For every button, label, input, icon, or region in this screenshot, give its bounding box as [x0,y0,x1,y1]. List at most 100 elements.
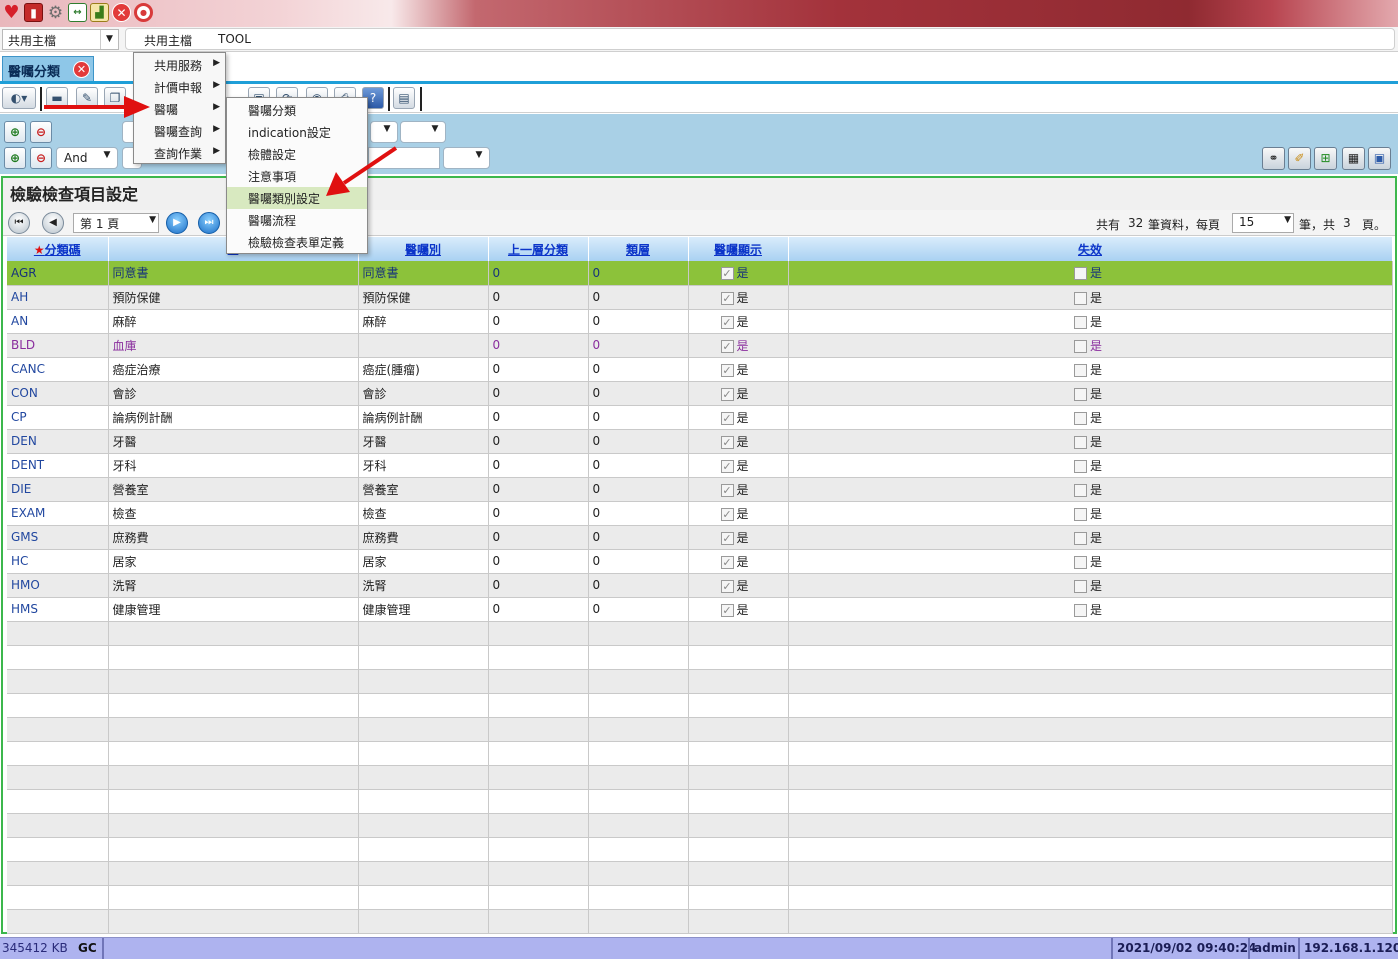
invalid-checkbox[interactable] [1073,267,1087,281]
query-icon[interactable]: ◐▾ [2,87,36,109]
zoom-out-icon[interactable]: ⊖ [30,121,52,143]
save-disk-icon[interactable]: ▣ [1368,147,1391,170]
display-checkbox[interactable]: ✓ [720,267,734,281]
table-row[interactable]: CP 論病例計酬 論病例計酬 0 0 ✓ 是是 [7,405,1393,430]
table-row[interactable] [7,861,1393,886]
add-record-icon[interactable]: ⊞ [1314,147,1337,170]
close-tab-icon[interactable]: ✕ [73,61,90,78]
report-icon[interactable]: ▤ [393,87,415,109]
menu-item-billing[interactable]: 計價申報 ▶ [134,76,225,98]
chevron-down-icon[interactable]: ▼ [149,215,156,225]
menu-item-indication[interactable]: indication設定 [227,121,367,143]
menu-item-query-jobs[interactable]: 查詢作業 ▶ [134,142,225,164]
invalid-checkbox[interactable] [1073,483,1087,497]
display-checkbox[interactable]: ✓ [720,363,734,377]
table-row[interactable]: DEN 牙醫 牙醫 0 0 ✓ 是是 [7,429,1393,454]
chevron-down-icon[interactable]: ▼ [100,30,118,49]
chart-icon[interactable]: ▟ [90,3,109,22]
chevron-down-icon[interactable]: ▼ [471,150,487,160]
table-row[interactable]: AN 麻醉 麻醉 0 0 ✓ 是是 [7,309,1393,334]
table-row[interactable] [7,693,1393,718]
column-header-level[interactable]: 類層 [588,237,689,261]
display-checkbox[interactable]: ✓ [720,531,734,545]
table-row[interactable]: CANC 癌症治療 癌症(腫瘤) 0 0 ✓ 是是 [7,357,1393,382]
menu-item-notes[interactable]: 注意事項 [227,165,367,187]
table-row[interactable]: HMO 洗腎 洗腎 0 0 ✓ 是是 [7,573,1393,598]
heart-icon[interactable]: ♥ [2,2,21,23]
table-row[interactable] [7,669,1393,694]
menu-item-form-definition[interactable]: 檢驗檢查表單定義 [227,231,367,253]
gear-icon[interactable]: ⚙ [46,3,65,23]
value-select[interactable]: ▼ [400,121,446,143]
display-checkbox[interactable]: ✓ [720,315,734,329]
per-page-select[interactable]: 15 ▼ [1232,213,1294,233]
display-checkbox[interactable]: ✓ [720,339,734,353]
table-row[interactable]: DIE 營養室 營養室 0 0 ✓ 是是 [7,477,1393,502]
table-row[interactable]: CON 會診 會診 0 0 ✓ 是是 [7,381,1393,406]
menu-item-order-flow[interactable]: 醫囑流程 [227,209,367,231]
menu-common-master[interactable]: 共用主檔 [144,32,192,49]
invalid-checkbox[interactable] [1073,435,1087,449]
table-row[interactable] [7,885,1393,910]
edit-icon[interactable]: ✎ [76,87,98,109]
column-header-display[interactable]: 醫囑顯示 [688,237,789,261]
table-row[interactable] [7,837,1393,862]
invalid-checkbox[interactable] [1073,555,1087,569]
last-page-icon[interactable]: ⏭ [198,212,220,234]
book-icon[interactable]: ▮ [24,3,43,22]
operator-select[interactable]: ▼ [370,121,398,143]
table-row[interactable] [7,789,1393,814]
table-row[interactable]: HMS 健康管理 健康管理 0 0 ✓ 是是 [7,597,1393,622]
display-checkbox[interactable]: ✓ [720,387,734,401]
display-checkbox[interactable]: ✓ [720,411,734,425]
lifebuoy-icon[interactable]: ● [134,3,153,22]
menu-item-specimen[interactable]: 檢體設定 [227,143,367,165]
table-row[interactable]: GMS 庶務費 庶務費 0 0 ✓ 是是 [7,525,1393,550]
column-header-parent[interactable]: 上一層分類 [488,237,589,261]
invalid-checkbox[interactable] [1073,411,1087,425]
display-checkbox[interactable]: ✓ [720,555,734,569]
invalid-checkbox[interactable] [1073,363,1087,377]
table-row[interactable]: EXAM 檢查 檢查 0 0 ✓ 是是 [7,501,1393,526]
table-row[interactable]: HC 居家 居家 0 0 ✓ 是是 [7,549,1393,574]
display-checkbox[interactable]: ✓ [720,459,734,473]
operator-select[interactable]: ▼ [443,147,490,169]
table-row[interactable]: AGR 同意書 同意書 0 0 ✓ 是是 [7,261,1393,286]
table-row[interactable]: DENT 牙科 牙科 0 0 ✓ 是是 [7,453,1393,478]
table-row[interactable] [7,621,1393,646]
table-row[interactable] [7,645,1393,670]
module-select[interactable]: 共用主檔 ▼ [2,29,119,50]
invalid-checkbox[interactable] [1073,603,1087,617]
invalid-checkbox[interactable] [1073,507,1087,521]
chevron-down-icon[interactable]: ▼ [1284,215,1291,225]
column-header-code[interactable]: ★分類碼 [7,237,109,261]
display-checkbox[interactable]: ✓ [720,579,734,593]
tab-order-category[interactable]: 醫囑分類 ✕ [2,56,94,81]
close-icon[interactable]: ✕ [112,3,131,22]
menu-item-order-type-settings[interactable]: 醫囑類別設定 [227,187,367,209]
table-row[interactable]: BLD 血庫 0 0 ✓ 是是 [7,333,1393,358]
invalid-checkbox[interactable] [1073,459,1087,473]
gc-button[interactable]: GC [78,941,97,955]
zoom-in-icon[interactable]: ⊕ [4,147,26,169]
resize-icon[interactable]: ↔ [68,3,87,22]
menu-item-order-query[interactable]: 醫囑查詢 ▶ [134,120,225,142]
table-row[interactable] [7,741,1393,766]
broom-icon[interactable]: ✐ [1288,147,1311,170]
copy-icon[interactable]: ❐ [104,87,126,109]
zoom-in-icon[interactable]: ⊕ [4,121,26,143]
table-row[interactable] [7,717,1393,742]
table-row[interactable] [7,765,1393,790]
prev-page-icon[interactable]: ◀ [42,212,64,234]
next-page-icon[interactable]: ▶ [166,212,188,234]
invalid-checkbox[interactable] [1073,315,1087,329]
first-page-icon[interactable]: ⏮ [8,212,30,234]
binoculars-icon[interactable]: ⚭ [1262,147,1285,170]
logic-select[interactable]: And ▼ [56,147,118,169]
chevron-down-icon[interactable]: ▼ [427,124,443,134]
invalid-checkbox[interactable] [1073,579,1087,593]
column-header-order-type[interactable]: 醫囑別 [358,237,489,261]
add-icon[interactable]: ▬ [46,87,68,109]
display-checkbox[interactable]: ✓ [720,291,734,305]
display-checkbox[interactable]: ✓ [720,435,734,449]
